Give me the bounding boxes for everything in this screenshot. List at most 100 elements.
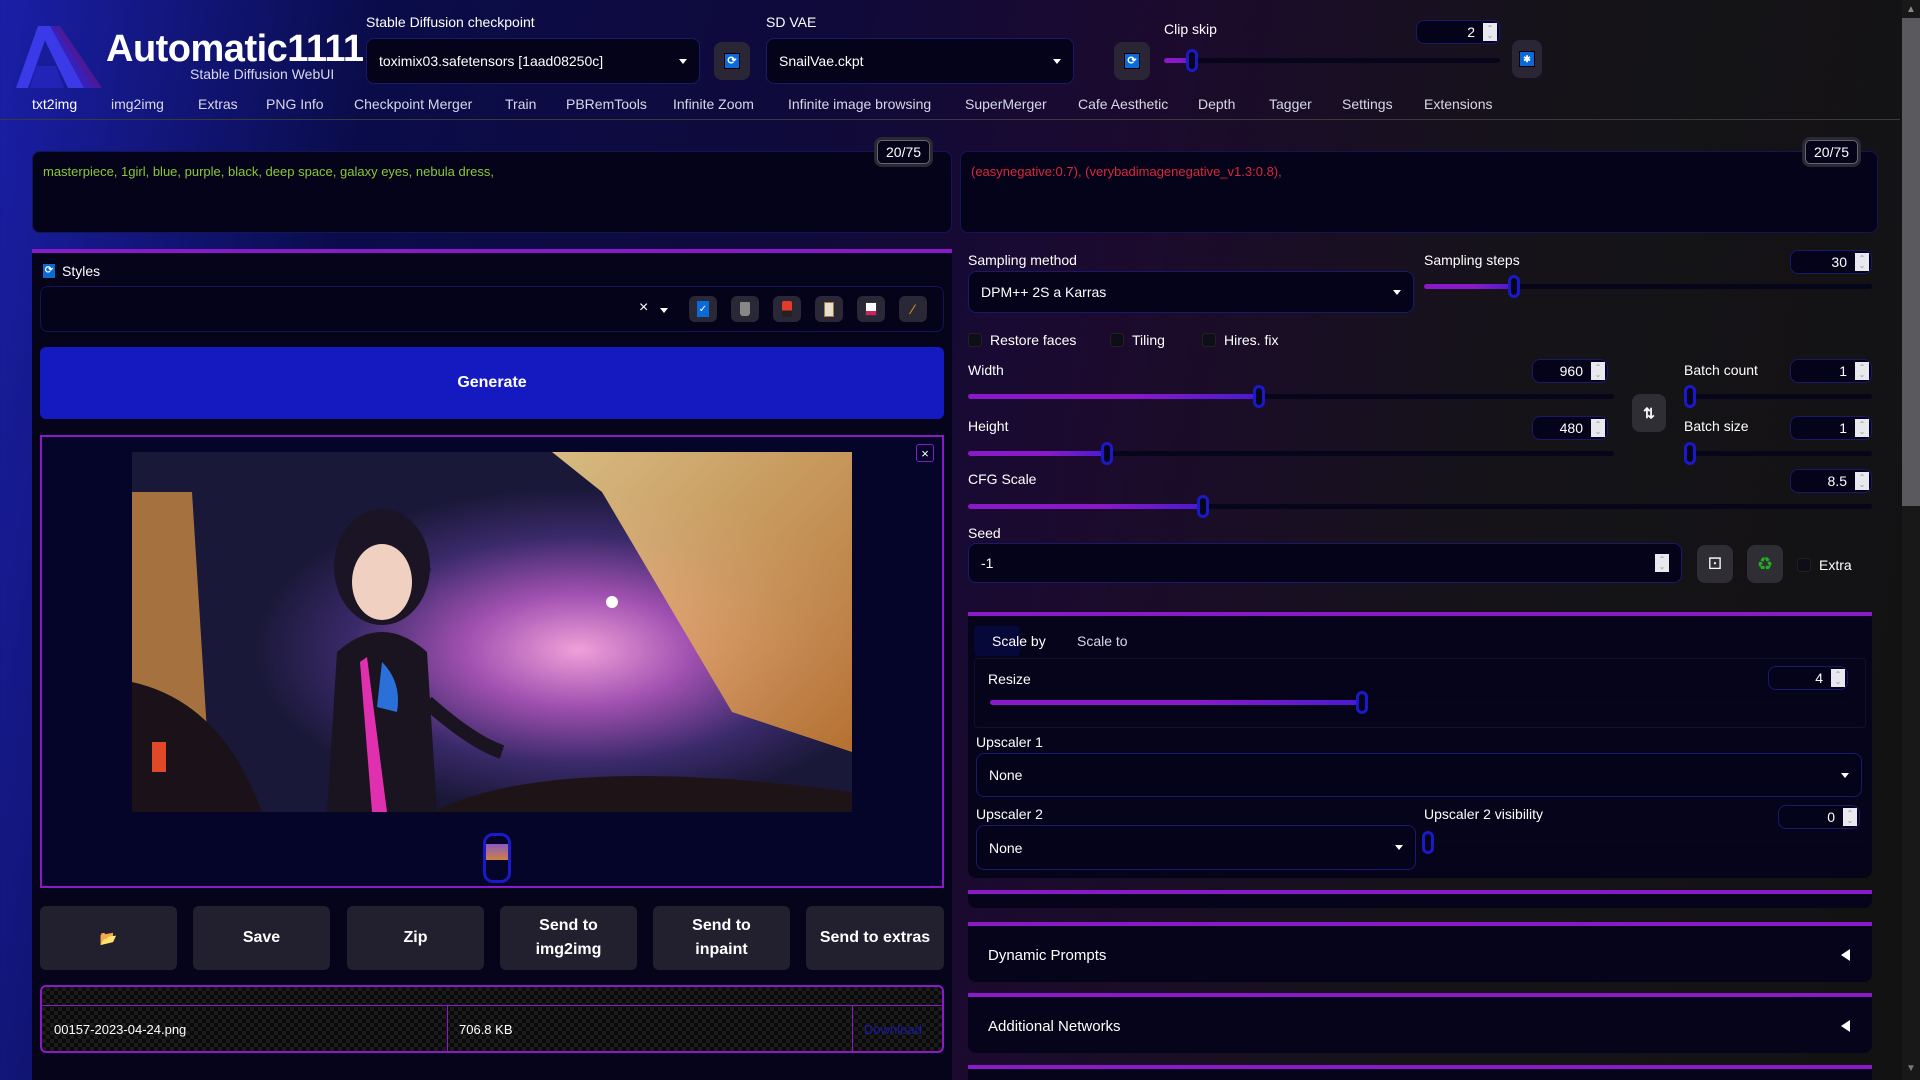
apply-style-button[interactable]: ✓ — [689, 296, 717, 322]
restore-faces-checkbox[interactable]: Restore faces — [968, 332, 1076, 348]
styles-dropdown[interactable]: × ✓ ⁄ — [40, 286, 944, 332]
swap-dimensions-button[interactable]: ⇅ — [1632, 394, 1666, 432]
tab-infinite-image-browsing[interactable]: Infinite image browsing — [788, 96, 931, 112]
vae-dropdown[interactable]: SnailVae.ckpt — [766, 38, 1074, 84]
upscaler2-visibility-slider[interactable] — [1422, 831, 1864, 854]
checkpoint-dropdown[interactable]: toximix03.safetensors [1aad08250c] — [366, 38, 700, 84]
tab-infinite-zoom[interactable]: Infinite Zoom — [673, 96, 754, 112]
clip-skip-input[interactable]: 2 ⌃ ⌄ — [1416, 20, 1500, 44]
spinner-icon[interactable]: ⌃ ⌄ — [1591, 362, 1605, 380]
upscaler2-dropdown[interactable]: None — [976, 825, 1416, 870]
random-seed-button[interactable]: ⚀ — [1697, 545, 1733, 583]
tab-png-info[interactable]: PNG Info — [266, 96, 324, 112]
tab-cafe-aesthetic[interactable]: Cafe Aesthetic — [1078, 96, 1168, 112]
chevron-down-icon[interactable] — [660, 308, 668, 313]
refresh-icon[interactable]: ⟳ — [42, 263, 56, 279]
tab-img2img[interactable]: img2img — [111, 96, 164, 112]
apply-settings-button[interactable]: ✱ — [1512, 40, 1542, 78]
sampling-steps-slider[interactable] — [1424, 275, 1872, 298]
height-slider[interactable] — [968, 442, 1614, 465]
generate-button[interactable]: Generate — [40, 347, 944, 419]
gallery-thumbnail[interactable] — [483, 833, 511, 883]
save-style-button[interactable] — [857, 296, 885, 322]
scrollbar-thumb[interactable] — [1902, 18, 1920, 506]
close-icon[interactable]: × — [916, 444, 934, 462]
scroll-up-icon[interactable]: ▲ — [1906, 4, 1916, 15]
batch-size-input[interactable]: 1 ⌃ ⌄ — [1790, 416, 1872, 440]
slider-thumb[interactable] — [1422, 831, 1434, 854]
generated-image[interactable] — [132, 452, 852, 812]
slider-thumb[interactable] — [1197, 495, 1210, 518]
width-slider[interactable] — [968, 385, 1614, 408]
scroll-down-icon[interactable]: ▼ — [1906, 1063, 1916, 1074]
save-button[interactable]: Save — [193, 906, 330, 970]
spinner-icon[interactable]: ⌃ ⌄ — [1831, 669, 1845, 687]
slider-thumb[interactable] — [1507, 275, 1520, 298]
slider-thumb[interactable] — [1252, 385, 1265, 408]
slider-thumb[interactable] — [1684, 385, 1696, 408]
height-input[interactable]: 480 ⌃ ⌄ — [1532, 416, 1608, 440]
paste-style-button[interactable] — [815, 296, 843, 322]
batch-count-slider[interactable] — [1684, 385, 1872, 408]
spinner-icon[interactable]: ⌃ ⌄ — [1655, 554, 1669, 572]
checkbox[interactable] — [1110, 333, 1124, 347]
send-to-extras-button[interactable]: Send to extras — [806, 906, 944, 970]
tab-checkpoint-merger[interactable]: Checkpoint Merger — [354, 96, 472, 112]
checkbox[interactable] — [1797, 558, 1811, 572]
tab-extensions[interactable]: Extensions — [1424, 96, 1492, 112]
batch-size-slider[interactable] — [1684, 442, 1872, 465]
tab-tagger[interactable]: Tagger — [1269, 96, 1312, 112]
spinner-icon[interactable]: ⌃ ⌄ — [1483, 23, 1497, 41]
open-folder-button[interactable]: 📂 — [40, 906, 177, 970]
width-input[interactable]: 960 ⌃ ⌄ — [1532, 359, 1608, 383]
tab-settings[interactable]: Settings — [1342, 96, 1393, 112]
spinner-icon[interactable]: ⌃ ⌄ — [1855, 419, 1869, 437]
resize-slider[interactable] — [990, 691, 1854, 714]
tab-pbremtools[interactable]: PBRemTools — [566, 96, 647, 112]
clear-styles-icon[interactable]: × — [639, 299, 648, 317]
cfg-scale-slider[interactable] — [968, 495, 1872, 518]
checkbox[interactable] — [1202, 333, 1216, 347]
copy-style-button[interactable] — [773, 296, 801, 322]
tab-scale-by[interactable]: Scale by — [992, 633, 1046, 649]
extra-seed-checkbox[interactable]: Extra — [1797, 557, 1852, 573]
download-link[interactable]: Download — [864, 1022, 922, 1037]
batch-count-input[interactable]: 1 ⌃ ⌄ — [1790, 359, 1872, 383]
tab-scale-to[interactable]: Scale to — [1077, 633, 1128, 649]
refresh-vae-button[interactable]: ⟳ — [1114, 42, 1150, 80]
reuse-seed-button[interactable]: ♻ — [1747, 545, 1783, 583]
send-to-img2img-button[interactable]: Send to img2img — [500, 906, 637, 970]
slider-thumb[interactable] — [1185, 49, 1198, 72]
clip-skip-slider[interactable] — [1164, 49, 1500, 72]
refresh-checkpoint-button[interactable]: ⟳ — [714, 42, 750, 80]
send-to-inpaint-button[interactable]: Send to inpaint — [653, 906, 790, 970]
spinner-icon[interactable]: ⌃ ⌄ — [1855, 362, 1869, 380]
zip-button[interactable]: Zip — [347, 906, 484, 970]
sampling-method-dropdown[interactable]: DPM++ 2S a Karras — [968, 271, 1414, 313]
spinner-icon[interactable]: ⌃ ⌄ — [1591, 419, 1605, 437]
slider-thumb[interactable] — [1355, 691, 1368, 714]
tab-train[interactable]: Train — [505, 96, 536, 112]
accordion-dynamic-prompts[interactable]: Dynamic Prompts — [968, 922, 1872, 982]
cfg-scale-input[interactable]: 8.5 ⌃ ⌄ — [1790, 469, 1872, 493]
positive-prompt-input[interactable]: masterpiece, 1girl, blue, purple, black,… — [32, 151, 952, 233]
tab-depth[interactable]: Depth — [1198, 96, 1235, 112]
accordion-additional-networks[interactable]: Additional Networks — [968, 993, 1872, 1053]
tab-txt2img[interactable]: txt2img — [32, 96, 77, 112]
scrollbar[interactable]: ▲ ▼ — [1902, 0, 1920, 1080]
spinner-icon[interactable]: ⌃ ⌄ — [1843, 808, 1857, 826]
spinner-icon[interactable]: ⌃ ⌄ — [1855, 253, 1869, 271]
spinner-icon[interactable]: ⌃ ⌄ — [1855, 472, 1869, 490]
hires-fix-checkbox[interactable]: Hires. fix — [1202, 332, 1278, 348]
delete-style-button[interactable] — [731, 296, 759, 322]
tab-extras[interactable]: Extras — [198, 96, 238, 112]
slider-thumb[interactable] — [1100, 442, 1113, 465]
checkbox[interactable] — [968, 333, 982, 347]
negative-prompt-input[interactable]: (easynegative:0.7), (verybadimagenegativ… — [960, 151, 1878, 233]
resize-input[interactable]: 4 ⌃ ⌄ — [1768, 666, 1848, 690]
sampling-steps-input[interactable]: 30 ⌃ ⌄ — [1790, 250, 1872, 274]
tiling-checkbox[interactable]: Tiling — [1110, 332, 1165, 348]
seed-input[interactable]: -1 ⌃ ⌄ — [968, 543, 1682, 583]
magic-style-button[interactable]: ⁄ — [899, 296, 927, 322]
tab-supermerger[interactable]: SuperMerger — [965, 96, 1047, 112]
